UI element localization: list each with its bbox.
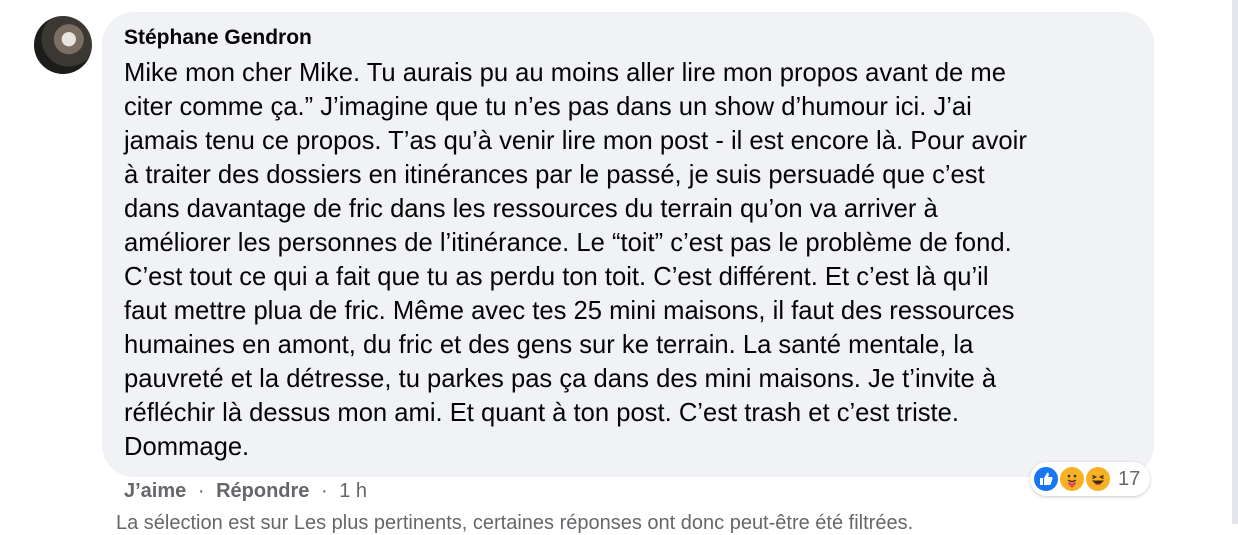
avatar[interactable] xyxy=(34,16,92,74)
comment-line: humaines en amont, du fric et des gens s… xyxy=(124,331,974,359)
separator: · xyxy=(320,480,328,502)
comment-line: citer comme ça.” J’imagine que tu n’es p… xyxy=(124,93,972,121)
comment-line: à traiter des dossiers en itinérances pa… xyxy=(124,161,985,189)
comment-timestamp[interactable]: 1 h xyxy=(339,480,367,502)
comment-line: dans davantage de fric dans les ressourc… xyxy=(124,195,938,223)
scrollbar-track[interactable] xyxy=(1232,0,1238,524)
reaction-count: 17 xyxy=(1118,468,1141,490)
comment-author[interactable]: Stéphane Gendron xyxy=(124,26,312,50)
care-icon xyxy=(1058,465,1086,493)
comment-line: faut mettre plua de fric. Même avec tes … xyxy=(124,297,1015,325)
reply-button[interactable]: Répondre xyxy=(216,480,309,502)
comment-text: Mike mon cher Mike. Tu aurais pu au moin… xyxy=(124,56,1134,464)
comment-line: réfléchir là dessus mon ami. Et quant à … xyxy=(124,399,960,427)
haha-icon xyxy=(1084,465,1112,493)
reactions-summary[interactable]: 17 xyxy=(1030,462,1150,496)
comment-line: jamais tenu ce propos. T’as qu’à venir l… xyxy=(124,127,1027,155)
comment-line: Dommage. xyxy=(124,433,250,461)
like-button[interactable]: J’aime xyxy=(124,480,186,502)
like-icon xyxy=(1032,465,1060,493)
comment-line: pauvreté et la détresse, tu parkes pas ç… xyxy=(124,365,997,393)
comment-line: améliorer les personnes de l’itinérance.… xyxy=(124,229,1012,257)
comment-line: Mike mon cher Mike. Tu aurais pu au moin… xyxy=(124,59,1006,87)
separator: · xyxy=(197,480,205,502)
comment-line: C’est tout ce qui a fait que tu as perdu… xyxy=(124,263,989,291)
comment-actions: J’aime · Répondre · 1 h xyxy=(124,480,367,503)
